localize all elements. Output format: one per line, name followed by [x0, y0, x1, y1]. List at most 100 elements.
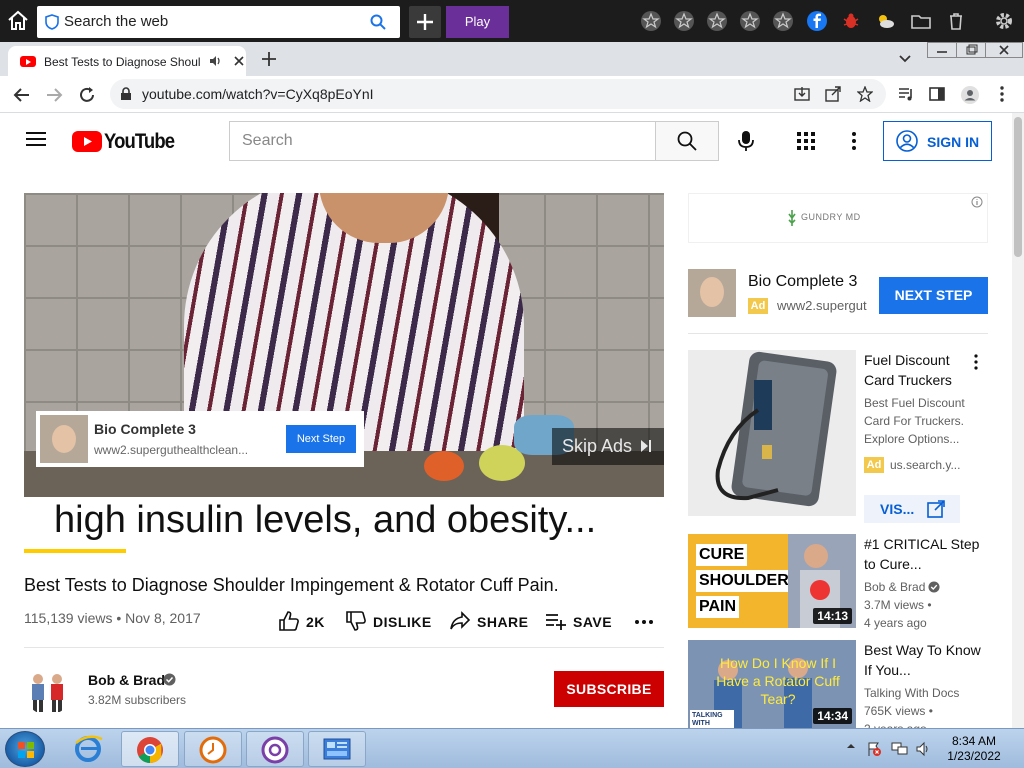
youtube-search-button[interactable]: [655, 121, 719, 161]
channel-name[interactable]: Bob & Brad: [88, 672, 165, 688]
video-duration: 14:13: [813, 608, 852, 624]
like-button[interactable]: 2K: [278, 610, 334, 634]
taskbar-app-button[interactable]: [246, 731, 304, 767]
apps-grid-icon[interactable]: [797, 132, 815, 150]
forward-arrow-icon[interactable]: [44, 85, 64, 105]
sidebar-promoted-ad[interactable]: Bio Complete 3 Ad www2.supergut... NEXT …: [688, 269, 988, 333]
subscribe-button[interactable]: SUBSCRIBE: [554, 671, 664, 707]
gundry-logo-icon: [788, 210, 796, 226]
clock-date: 1/23/2022: [947, 749, 1001, 763]
verified-check-icon: [928, 581, 940, 593]
folder-icon[interactable]: [910, 10, 932, 32]
thumbnail-text: How Do I Know If I Have a Rotator Cuff T…: [716, 655, 840, 707]
visit-label: VIS...: [880, 501, 915, 517]
bookmark-star-icon[interactable]: [857, 86, 873, 102]
ad-next-step-button[interactable]: Next Step: [286, 425, 356, 453]
sidebar-video-card[interactable]: CURE SHOULDER PAIN 14:13 #1 CRITICAL Ste…: [688, 534, 998, 630]
youtube-logo-text[interactable]: YouTube: [104, 130, 175, 154]
address-bar[interactable]: youtube.com/watch?v=CyXq8pEoYnI: [110, 79, 886, 109]
ad-info-icon[interactable]: [971, 196, 983, 208]
sidebar-next-step-button[interactable]: NEXT STEP: [879, 277, 988, 314]
sidebar-video-card[interactable]: How Do I Know If I Have a Rotator Cuff T…: [688, 640, 998, 728]
youtube-favicon-icon: [20, 56, 36, 67]
lock-icon[interactable]: [120, 87, 132, 101]
sidebar-banner-ad[interactable]: GUNDRY MD: [688, 193, 988, 243]
video-player[interactable]: high insulin levels, and obesity... Bio …: [24, 193, 664, 553]
card-more-icon[interactable]: [974, 354, 978, 370]
thumbnail-badge: TALKING WITH DOCS: [690, 710, 734, 728]
hamburger-menu-icon[interactable]: [26, 131, 46, 147]
sidebar-card-title: Best Way To Know If You...: [864, 642, 981, 678]
network-icon[interactable]: [891, 741, 909, 757]
sidebar-ad-card[interactable]: Fuel Discount Card Truckers Best Fuel Di…: [688, 350, 998, 525]
channel-avatar[interactable]: [24, 667, 72, 715]
sidebar-ad-thumbnail: [688, 269, 736, 317]
reload-icon[interactable]: [77, 85, 97, 105]
save-button[interactable]: SAVE: [545, 610, 615, 634]
minimize-button[interactable]: [927, 42, 957, 58]
install-icon[interactable]: [794, 86, 810, 102]
star-icon[interactable]: [772, 10, 794, 32]
web-search-box[interactable]: Search the web: [37, 6, 400, 38]
weather-icon[interactable]: [874, 10, 896, 32]
add-button[interactable]: [409, 6, 441, 38]
back-arrow-icon[interactable]: [12, 85, 32, 105]
page-scrollbar[interactable]: [1012, 113, 1024, 728]
sign-in-label: SIGN IN: [927, 134, 980, 150]
play-button[interactable]: Play: [446, 6, 509, 38]
share-icon[interactable]: [825, 86, 841, 102]
taskbar-control-panel-button[interactable]: [308, 731, 366, 767]
show-hidden-icons-icon[interactable]: [846, 741, 856, 751]
overlay-ad-card[interactable]: Bio Complete 3 www2.superguthealthclean.…: [36, 411, 364, 467]
microphone-icon[interactable]: [736, 130, 756, 152]
scrollbar-thumb[interactable]: [1014, 117, 1022, 257]
new-tab-icon[interactable]: [260, 50, 278, 68]
visit-site-button[interactable]: VIS...: [864, 495, 960, 523]
settings-more-icon[interactable]: [850, 131, 858, 151]
bug-icon[interactable]: [840, 10, 862, 32]
maximize-button[interactable]: [956, 42, 986, 58]
browser-menu-icon[interactable]: [994, 85, 1010, 103]
facebook-icon[interactable]: [806, 10, 828, 32]
more-actions-icon[interactable]: [634, 619, 654, 625]
youtube-logo-icon[interactable]: [72, 131, 102, 152]
youtube-search-input[interactable]: Search: [229, 121, 656, 161]
thumbnail-text: CURE: [696, 544, 748, 566]
home-icon[interactable]: [6, 9, 30, 33]
sign-in-button[interactable]: SIGN IN: [883, 121, 992, 161]
star-icon[interactable]: [673, 10, 695, 32]
close-icon: [999, 45, 1009, 55]
speaker-icon[interactable]: [208, 54, 222, 68]
star-icon[interactable]: [706, 10, 728, 32]
clock-app-icon: [199, 736, 227, 764]
action-center-flag-icon[interactable]: [866, 741, 882, 757]
taskbar-clock-app-button[interactable]: [184, 731, 242, 767]
internet-explorer-icon[interactable]: [72, 733, 104, 765]
close-tab-icon[interactable]: [232, 54, 246, 68]
volume-icon[interactable]: [915, 741, 931, 757]
search-icon[interactable]: [370, 14, 386, 30]
taskbar-chrome-button[interactable]: [121, 731, 179, 767]
trash-icon[interactable]: [945, 10, 967, 32]
settings-gear-icon[interactable]: [993, 10, 1015, 32]
close-window-button[interactable]: [985, 42, 1023, 58]
media-control-icon[interactable]: [897, 85, 915, 103]
system-clock[interactable]: 8:34 AM 1/23/2022: [944, 734, 1004, 764]
fuel-card-image: [688, 350, 856, 516]
sidebar-divider: [688, 333, 988, 334]
url-text: youtube.com/watch?v=CyXq8pEoYnI: [142, 86, 374, 102]
card-ad-url: us.search.y...: [890, 458, 961, 472]
browser-tab[interactable]: Best Tests to Diagnose Shoul: [8, 46, 246, 76]
tab-search-chevron-icon[interactable]: [898, 54, 912, 64]
star-icon[interactable]: [640, 10, 662, 32]
subscriber-count: 3.82M subscribers: [88, 693, 187, 707]
start-button[interactable]: [5, 731, 45, 767]
dislike-button[interactable]: DISLIKE: [345, 610, 435, 634]
profile-avatar-icon[interactable]: [960, 85, 980, 105]
share-button[interactable]: SHARE: [449, 610, 529, 634]
video-progress-bar[interactable]: [24, 549, 127, 553]
star-icon[interactable]: [739, 10, 761, 32]
dislike-label: DISLIKE: [373, 614, 432, 630]
side-panel-icon[interactable]: [928, 85, 946, 103]
skip-ads-button[interactable]: Skip Ads: [552, 428, 664, 465]
